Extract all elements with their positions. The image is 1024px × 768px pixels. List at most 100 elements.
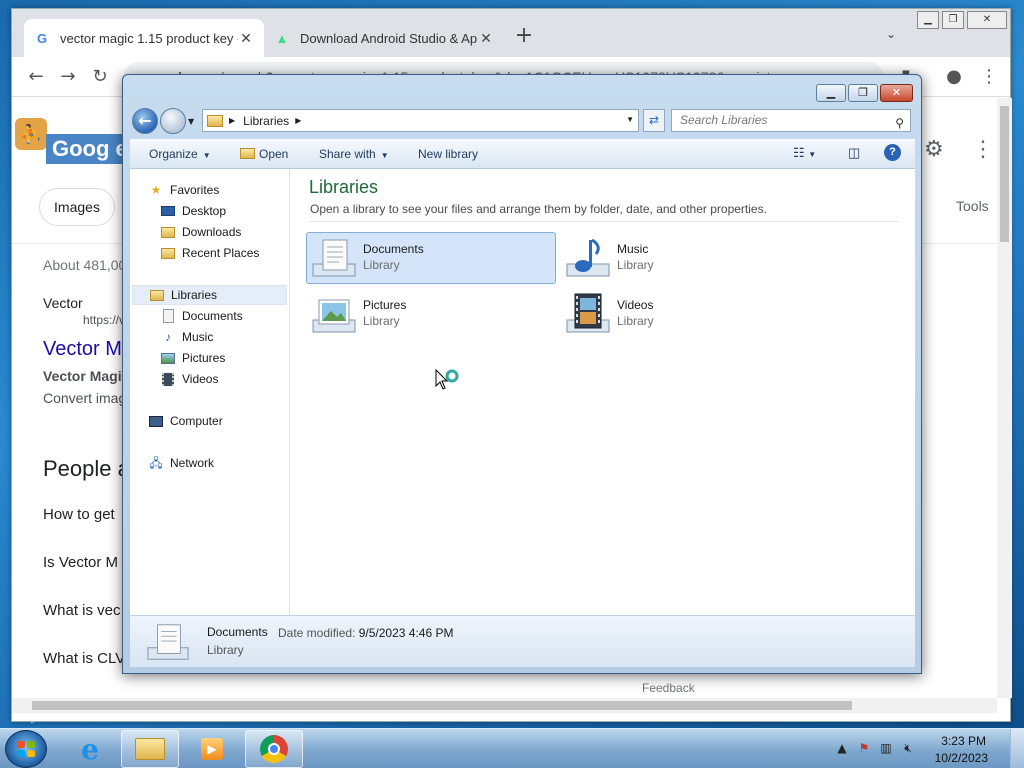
new-tab-button[interactable]: + <box>512 25 536 49</box>
film-strip-icon <box>160 372 176 386</box>
chrome-icon <box>260 735 288 763</box>
paa-question[interactable]: What is CLV <box>43 650 125 667</box>
nav-label: Videos <box>182 372 219 386</box>
google-logo[interactable]: Goog e <box>46 134 134 164</box>
nav-desktop[interactable]: Desktop <box>160 201 226 221</box>
folder-icon <box>135 738 165 760</box>
network-icon: 🖧︎ <box>149 456 163 470</box>
navigation-pane: ★ Favorites Desktop Downloads Recent Plac… <box>130 169 290 615</box>
back-arrow-icon[interactable]: ← <box>24 65 48 89</box>
breadcrumb-chevron-icon[interactable]: ▶ <box>229 116 235 125</box>
volume-muted-icon[interactable]: 🔇︎ <box>900 741 916 757</box>
library-tile-music[interactable]: Music Library <box>560 232 810 284</box>
organize-menu-button[interactable]: Organize ▼ <box>149 147 211 161</box>
back-arrow-icon[interactable]: ← <box>132 108 158 134</box>
vertical-scrollbar[interactable] <box>997 98 1012 698</box>
feedback-link[interactable]: Feedback <box>642 681 695 695</box>
forward-arrow-icon[interactable]: → <box>56 65 80 89</box>
libraries-icon <box>149 288 165 302</box>
action-center-flag-icon[interactable]: ⚑ <box>856 741 872 757</box>
show-desktop-button[interactable] <box>1010 729 1024 768</box>
chrome-menu-icon[interactable]: ⋮ <box>977 65 1001 89</box>
horizontal-scrollbar[interactable] <box>12 698 997 713</box>
forward-arrow-icon[interactable] <box>160 108 186 134</box>
clock-date[interactable]: 10/2/2023 <box>935 751 988 765</box>
scrollbar-thumb[interactable] <box>32 701 852 710</box>
tools-button[interactable]: Tools <box>956 198 989 214</box>
taskbar-chrome[interactable] <box>245 730 303 768</box>
network-status-icon[interactable]: ▥ <box>878 741 894 757</box>
address-dropdown-icon[interactable]: ▼ <box>626 115 634 124</box>
refresh-icon[interactable]: ⇄ <box>643 109 665 132</box>
minimize-button[interactable]: ▁ <box>816 84 846 102</box>
close-button[interactable]: ✕ <box>880 84 913 102</box>
nav-documents[interactable]: Documents <box>160 306 243 326</box>
clock-time[interactable]: 3:23 PM <box>941 734 986 748</box>
details-item-name: Documents <box>207 625 268 639</box>
nav-videos[interactable]: Videos <box>160 369 218 389</box>
library-name: Videos <box>617 298 654 312</box>
new-library-button[interactable]: New library <box>418 147 478 161</box>
search-libraries-input[interactable]: Search Libraries ⚲ <box>671 109 911 132</box>
library-name: Documents <box>363 242 424 256</box>
help-icon[interactable]: ? <box>884 144 901 161</box>
paa-question[interactable]: Is Vector M <box>43 554 118 571</box>
nav-downloads[interactable]: Downloads <box>160 222 241 242</box>
libraries-view: Libraries Open a library to see your fil… <box>291 169 915 615</box>
desktop-icon <box>160 204 176 218</box>
documents-icon <box>160 309 176 323</box>
chrome-tab-vector-magic[interactable]: G vector magic 1.15 product key - G ✕ <box>24 19 264 57</box>
nav-libraries[interactable]: Libraries <box>132 285 287 305</box>
close-tab-icon[interactable]: ✕ <box>238 30 254 47</box>
profile-avatar-icon[interactable]: ● <box>942 65 966 89</box>
library-tile-pictures[interactable]: Pictures Library <box>306 288 556 340</box>
library-type: Library <box>617 314 654 328</box>
scrollbar-thumb[interactable] <box>1000 106 1009 242</box>
address-breadcrumb[interactable]: ▶ Libraries ▶ ▼ <box>202 109 639 132</box>
preview-pane-icon[interactable]: ◫ <box>848 145 860 161</box>
internet-explorer-icon: e <box>81 732 99 766</box>
images-filter-chip[interactable]: Images <box>39 188 115 226</box>
share-with-menu-button[interactable]: Share with ▼ <box>319 147 389 161</box>
breadcrumb-chevron-icon[interactable]: ▶ <box>295 116 301 125</box>
chrome-close-button[interactable]: ✕ <box>967 11 1007 29</box>
nav-label: Favorites <box>170 183 220 197</box>
result-site-name[interactable]: Vector <box>43 295 83 311</box>
paa-question[interactable]: How to get <box>43 506 115 523</box>
recent-pages-chevron-icon[interactable]: ▼ <box>188 117 194 126</box>
tab-title: Download Android Studio & App <box>300 30 478 46</box>
videos-library-icon <box>566 293 610 333</box>
result-url[interactable]: https://v <box>83 313 125 327</box>
library-tile-videos[interactable]: Videos Library <box>560 288 810 340</box>
chrome-minimize-button[interactable]: ▁ <box>917 11 939 29</box>
reload-icon[interactable]: ↻ <box>88 65 112 89</box>
nav-favorites[interactable]: ★ Favorites <box>148 180 220 200</box>
taskbar-media-player[interactable]: ▶ <box>183 730 241 768</box>
nav-recent-places[interactable]: Recent Places <box>160 243 259 263</box>
chrome-tab-android-studio[interactable]: ▲ Download Android Studio & App ✕ <box>264 19 504 57</box>
tab-search-chevron-icon[interactable]: ⌄ <box>886 27 896 41</box>
search-icon[interactable]: ⚲ <box>895 113 904 134</box>
library-tile-documents[interactable]: Documents Library <box>306 232 556 284</box>
settings-gear-icon[interactable]: ⚙ <box>924 136 944 162</box>
breadcrumb-libraries[interactable]: Libraries <box>243 114 289 128</box>
library-type: Library <box>363 314 400 328</box>
doodle-hiker-icon[interactable]: ⛹ <box>15 118 47 150</box>
nav-computer[interactable]: Computer <box>148 411 223 431</box>
taskbar-internet-explorer[interactable]: e <box>61 730 119 768</box>
nav-music[interactable]: ♪ Music <box>160 327 213 347</box>
music-library-icon <box>566 238 610 277</box>
change-view-icon[interactable]: ☷ ▼ <box>793 145 816 161</box>
nav-pictures[interactable]: Pictures <box>160 348 225 368</box>
chrome-maximize-button[interactable]: ❐ <box>942 11 964 29</box>
maximize-button[interactable]: ❐ <box>848 84 878 102</box>
show-hidden-icons-chevron-icon[interactable]: ▲ <box>834 741 850 757</box>
paa-question[interactable]: What is vec <box>43 602 121 619</box>
result-title-link[interactable]: Vector M <box>43 338 122 361</box>
open-button[interactable]: Open <box>240 147 288 161</box>
taskbar-windows-explorer[interactable] <box>121 730 179 768</box>
close-tab-icon[interactable]: ✕ <box>478 30 494 47</box>
start-button[interactable] <box>5 730 47 768</box>
nav-network[interactable]: 🖧︎ Network <box>148 453 214 473</box>
explorer-content: ★ Favorites Desktop Downloads Recent Plac… <box>130 169 915 615</box>
